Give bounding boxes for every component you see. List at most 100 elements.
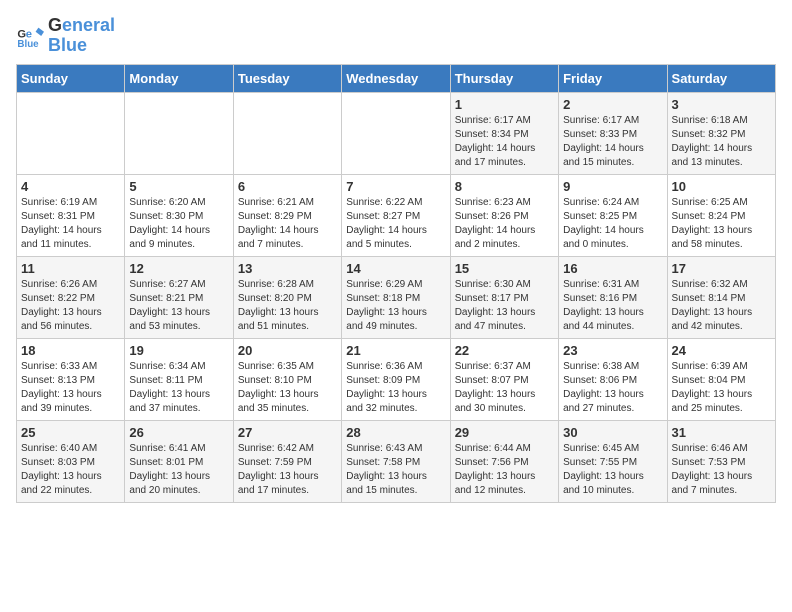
- calendar-cell: 28 Sunrise: 6:43 AM Sunset: 7:58 PM Dayli…: [342, 420, 450, 502]
- day-info: Sunrise: 6:40 AM Sunset: 8:03 PM Dayligh…: [21, 442, 120, 498]
- calendar-cell: 26Sunrise: 6:41 AM Sunset: 8:01 PM Dayli…: [125, 420, 233, 502]
- calendar-cell: 7 Sunrise: 6:22 AM Sunset: 8:27 PM Daylig…: [342, 174, 450, 256]
- calendar-cell: [233, 92, 341, 174]
- calendar-week-row: 11Sunrise: 6:26 AM Sunset: 8:22 PM Dayli…: [17, 256, 776, 338]
- calendar-cell: 25 Sunrise: 6:40 AM Sunset: 8:03 PM Dayli…: [17, 420, 125, 502]
- day-number: 25: [21, 425, 120, 440]
- logo-icon: G e Blue: [16, 22, 44, 50]
- calendar-cell: [342, 92, 450, 174]
- day-number: 22: [455, 343, 554, 358]
- day-number: 23: [563, 343, 662, 358]
- day-of-week-header: Saturday: [667, 64, 775, 92]
- day-info: Sunrise: 6:23 AM Sunset: 8:26 PM Dayligh…: [455, 196, 554, 252]
- day-info: Sunrise: 6:41 AM Sunset: 8:01 PM Dayligh…: [129, 442, 228, 498]
- calendar-cell: 2 Sunrise: 6:17 AM Sunset: 8:33 PM Daylig…: [559, 92, 667, 174]
- day-info: Sunrise: 6:46 AM Sunset: 7:53 PM Dayligh…: [672, 442, 771, 498]
- day-info: Sunrise: 6:43 AM Sunset: 7:58 PM Dayligh…: [346, 442, 445, 498]
- day-info: Sunrise: 6:42 AM Sunset: 7:59 PM Dayligh…: [238, 442, 337, 498]
- day-number: 20: [238, 343, 337, 358]
- day-number: 19: [129, 343, 228, 358]
- calendar-cell: 21Sunrise: 6:36 AM Sunset: 8:09 PM Dayli…: [342, 338, 450, 420]
- calendar-header-row: SundayMondayTuesdayWednesdayThursdayFrid…: [17, 64, 776, 92]
- day-number: 15: [455, 261, 554, 276]
- day-number: 27: [238, 425, 337, 440]
- day-number: 31: [672, 425, 771, 440]
- logo-text-line1: General: [48, 16, 115, 36]
- calendar-cell: 30 Sunrise: 6:45 AM Sunset: 7:55 PM Dayli…: [559, 420, 667, 502]
- day-number: 9: [563, 179, 662, 194]
- calendar-cell: 19 Sunrise: 6:34 AM Sunset: 8:11 PM Dayli…: [125, 338, 233, 420]
- calendar-cell: 8 Sunrise: 6:23 AM Sunset: 8:26 PM Daylig…: [450, 174, 558, 256]
- logo: G e Blue General Blue: [16, 16, 115, 56]
- calendar-cell: 29Sunrise: 6:44 AM Sunset: 7:56 PM Dayli…: [450, 420, 558, 502]
- calendar-week-row: 4 Sunrise: 6:19 AM Sunset: 8:31 PM Daylig…: [17, 174, 776, 256]
- day-number: 8: [455, 179, 554, 194]
- calendar-cell: 9 Sunrise: 6:24 AM Sunset: 8:25 PM Daylig…: [559, 174, 667, 256]
- calendar-cell: 27 Sunrise: 6:42 AM Sunset: 7:59 PM Dayli…: [233, 420, 341, 502]
- day-number: 4: [21, 179, 120, 194]
- day-number: 10: [672, 179, 771, 194]
- day-info: Sunrise: 6:19 AM Sunset: 8:31 PM Dayligh…: [21, 196, 120, 252]
- day-info: Sunrise: 6:38 AM Sunset: 8:06 PM Dayligh…: [563, 360, 662, 416]
- day-number: 14: [346, 261, 445, 276]
- day-info: Sunrise: 6:24 AM Sunset: 8:25 PM Dayligh…: [563, 196, 662, 252]
- day-info: Sunrise: 6:35 AM Sunset: 8:10 PM Dayligh…: [238, 360, 337, 416]
- calendar-week-row: 25 Sunrise: 6:40 AM Sunset: 8:03 PM Dayli…: [17, 420, 776, 502]
- day-info: Sunrise: 6:27 AM Sunset: 8:21 PM Dayligh…: [129, 278, 228, 334]
- calendar-cell: 4 Sunrise: 6:19 AM Sunset: 8:31 PM Daylig…: [17, 174, 125, 256]
- day-of-week-header: Tuesday: [233, 64, 341, 92]
- calendar-cell: 14 Sunrise: 6:29 AM Sunset: 8:18 PM Dayli…: [342, 256, 450, 338]
- calendar-cell: 15 Sunrise: 6:30 AM Sunset: 8:17 PM Dayli…: [450, 256, 558, 338]
- day-of-week-header: Thursday: [450, 64, 558, 92]
- day-number: 24: [672, 343, 771, 358]
- day-info: Sunrise: 6:17 AM Sunset: 8:34 PM Dayligh…: [455, 114, 554, 170]
- calendar-cell: 13 Sunrise: 6:28 AM Sunset: 8:20 PM Dayli…: [233, 256, 341, 338]
- calendar-table: SundayMondayTuesdayWednesdayThursdayFrid…: [16, 64, 776, 503]
- day-info: Sunrise: 6:22 AM Sunset: 8:27 PM Dayligh…: [346, 196, 445, 252]
- day-info: Sunrise: 6:45 AM Sunset: 7:55 PM Dayligh…: [563, 442, 662, 498]
- day-info: Sunrise: 6:31 AM Sunset: 8:16 PM Dayligh…: [563, 278, 662, 334]
- calendar-cell: 17 Sunrise: 6:32 AM Sunset: 8:14 PM Dayli…: [667, 256, 775, 338]
- day-number: 7: [346, 179, 445, 194]
- day-of-week-header: Monday: [125, 64, 233, 92]
- day-info: Sunrise: 6:37 AM Sunset: 8:07 PM Dayligh…: [455, 360, 554, 416]
- calendar-week-row: 1 Sunrise: 6:17 AM Sunset: 8:34 PM Daylig…: [17, 92, 776, 174]
- day-of-week-header: Wednesday: [342, 64, 450, 92]
- day-info: Sunrise: 6:21 AM Sunset: 8:29 PM Dayligh…: [238, 196, 337, 252]
- day-number: 13: [238, 261, 337, 276]
- calendar-cell: 10 Sunrise: 6:25 AM Sunset: 8:24 PM Dayli…: [667, 174, 775, 256]
- calendar-cell: 5 Sunrise: 6:20 AM Sunset: 8:30 PM Daylig…: [125, 174, 233, 256]
- day-number: 17: [672, 261, 771, 276]
- day-number: 28: [346, 425, 445, 440]
- day-info: Sunrise: 6:20 AM Sunset: 8:30 PM Dayligh…: [129, 196, 228, 252]
- day-info: Sunrise: 6:18 AM Sunset: 8:32 PM Dayligh…: [672, 114, 771, 170]
- calendar-cell: [125, 92, 233, 174]
- calendar-cell: 22 Sunrise: 6:37 AM Sunset: 8:07 PM Dayli…: [450, 338, 558, 420]
- day-info: Sunrise: 6:30 AM Sunset: 8:17 PM Dayligh…: [455, 278, 554, 334]
- day-info: Sunrise: 6:17 AM Sunset: 8:33 PM Dayligh…: [563, 114, 662, 170]
- day-info: Sunrise: 6:32 AM Sunset: 8:14 PM Dayligh…: [672, 278, 771, 334]
- calendar-cell: [17, 92, 125, 174]
- day-of-week-header: Sunday: [17, 64, 125, 92]
- calendar-cell: 16 Sunrise: 6:31 AM Sunset: 8:16 PM Dayli…: [559, 256, 667, 338]
- calendar-cell: 11Sunrise: 6:26 AM Sunset: 8:22 PM Dayli…: [17, 256, 125, 338]
- day-number: 30: [563, 425, 662, 440]
- day-number: 6: [238, 179, 337, 194]
- day-info: Sunrise: 6:29 AM Sunset: 8:18 PM Dayligh…: [346, 278, 445, 334]
- day-info: Sunrise: 6:28 AM Sunset: 8:20 PM Dayligh…: [238, 278, 337, 334]
- calendar-cell: 31 Sunrise: 6:46 AM Sunset: 7:53 PM Dayli…: [667, 420, 775, 502]
- day-number: 1: [455, 97, 554, 112]
- calendar-cell: 6 Sunrise: 6:21 AM Sunset: 8:29 PM Daylig…: [233, 174, 341, 256]
- calendar-cell: 24Sunrise: 6:39 AM Sunset: 8:04 PM Dayli…: [667, 338, 775, 420]
- day-number: 21: [346, 343, 445, 358]
- calendar-week-row: 18Sunrise: 6:33 AM Sunset: 8:13 PM Dayli…: [17, 338, 776, 420]
- day-number: 5: [129, 179, 228, 194]
- day-number: 3: [672, 97, 771, 112]
- calendar-cell: 3 Sunrise: 6:18 AM Sunset: 8:32 PM Daylig…: [667, 92, 775, 174]
- day-info: Sunrise: 6:44 AM Sunset: 7:56 PM Dayligh…: [455, 442, 554, 498]
- day-number: 16: [563, 261, 662, 276]
- calendar-cell: 12Sunrise: 6:27 AM Sunset: 8:21 PM Dayli…: [125, 256, 233, 338]
- day-info: Sunrise: 6:34 AM Sunset: 8:11 PM Dayligh…: [129, 360, 228, 416]
- day-number: 2: [563, 97, 662, 112]
- day-info: Sunrise: 6:25 AM Sunset: 8:24 PM Dayligh…: [672, 196, 771, 252]
